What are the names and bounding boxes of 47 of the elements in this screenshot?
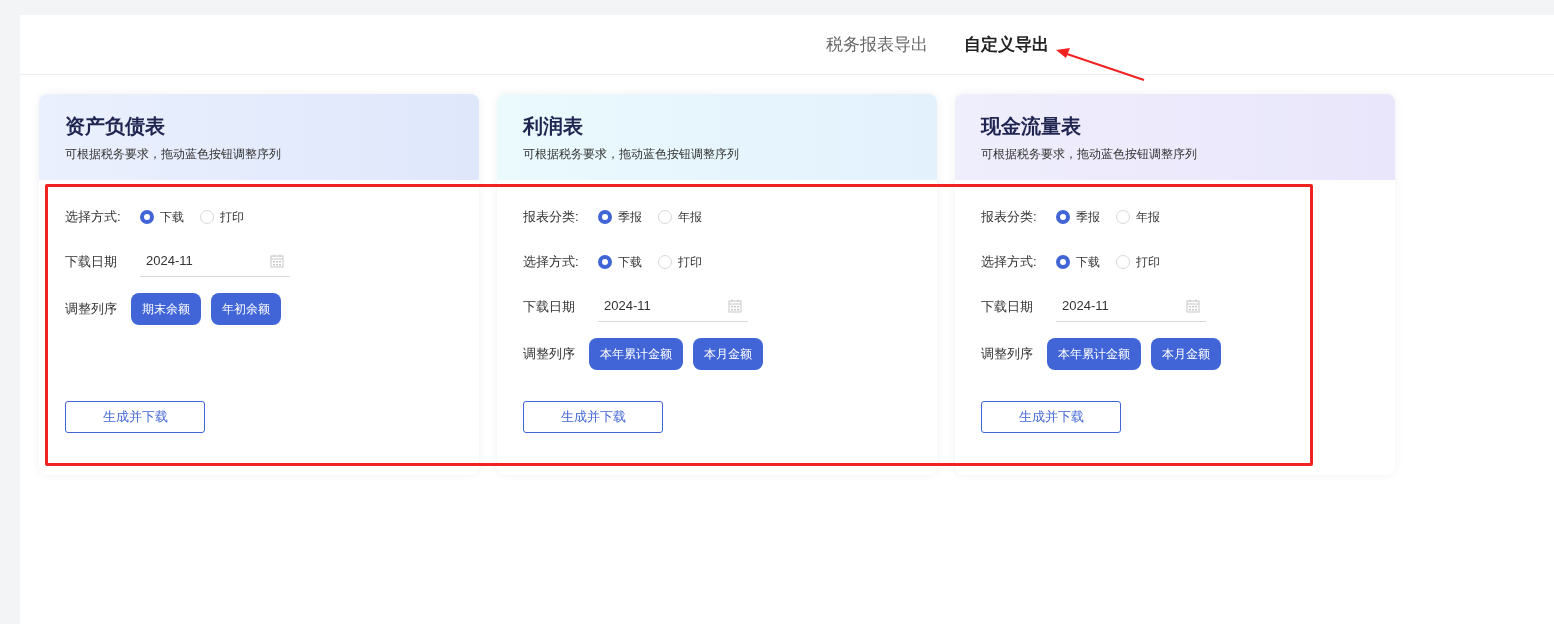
calendar-icon [1186, 299, 1200, 313]
field-label: 选择方式: [523, 252, 580, 271]
radio-option[interactable]: 下载 [140, 207, 184, 226]
radio-option[interactable]: 打印 [200, 207, 244, 226]
radio-option[interactable]: 下载 [1056, 252, 1100, 271]
radio-option[interactable]: 打印 [658, 252, 702, 271]
field-label: 报表分类: [981, 207, 1038, 226]
column-chip[interactable]: 本月金额 [693, 338, 763, 370]
date-field[interactable]: 2024-11 [598, 291, 748, 322]
radio-option[interactable]: 打印 [1116, 252, 1160, 271]
column-chip[interactable]: 本月金额 [1151, 338, 1221, 370]
field-label: 调整列序 [981, 345, 1034, 364]
field-label: 选择方式: [65, 207, 122, 226]
field-label: 选择方式: [981, 252, 1038, 271]
radio-option[interactable]: 年报 [1116, 207, 1160, 226]
date-field[interactable]: 2024-11 [1056, 291, 1206, 322]
card-subtitle: 可根据税务要求，拖动蓝色按钮调整序列 [65, 146, 282, 163]
generate-download-button[interactable]: 生成并下载 [981, 401, 1121, 433]
date-value: 2024-11 [146, 252, 193, 271]
radio-option[interactable]: 季报 [598, 207, 642, 226]
column-chip[interactable]: 年初余额 [211, 293, 281, 325]
generate-download-button[interactable]: 生成并下载 [65, 401, 205, 433]
card-title: 现金流量表 [981, 114, 1082, 139]
card-subtitle: 可根据税务要求，拖动蓝色按钮调整序列 [523, 146, 740, 163]
card-title: 利润表 [523, 114, 584, 139]
tab[interactable]: 自定义导出 [963, 31, 1049, 58]
card-title: 资产负债表 [65, 114, 166, 139]
field-label: 下载日期 [981, 297, 1034, 316]
column-chip[interactable]: 本年累计金额 [1047, 338, 1141, 370]
radio-option[interactable]: 季报 [1056, 207, 1100, 226]
calendar-icon [728, 299, 742, 313]
field-label: 调整列序 [523, 345, 576, 364]
column-chip[interactable]: 本年累计金额 [589, 338, 683, 370]
radio-option[interactable]: 下载 [598, 252, 642, 271]
field-label: 调整列序 [65, 300, 118, 319]
calendar-icon [270, 254, 284, 268]
generate-download-button[interactable]: 生成并下载 [523, 401, 663, 433]
radio-option[interactable]: 年报 [658, 207, 702, 226]
date-value: 2024-11 [604, 297, 651, 316]
field-label: 报表分类: [523, 207, 580, 226]
field-label: 下载日期 [523, 297, 576, 316]
date-value: 2024-11 [1062, 297, 1109, 316]
field-label: 下载日期 [65, 252, 118, 271]
card-subtitle: 可根据税务要求，拖动蓝色按钮调整序列 [981, 146, 1198, 163]
date-field[interactable]: 2024-11 [140, 246, 290, 277]
tab[interactable]: 税务报表导出 [825, 31, 928, 58]
column-chip[interactable]: 期末余额 [131, 293, 201, 325]
